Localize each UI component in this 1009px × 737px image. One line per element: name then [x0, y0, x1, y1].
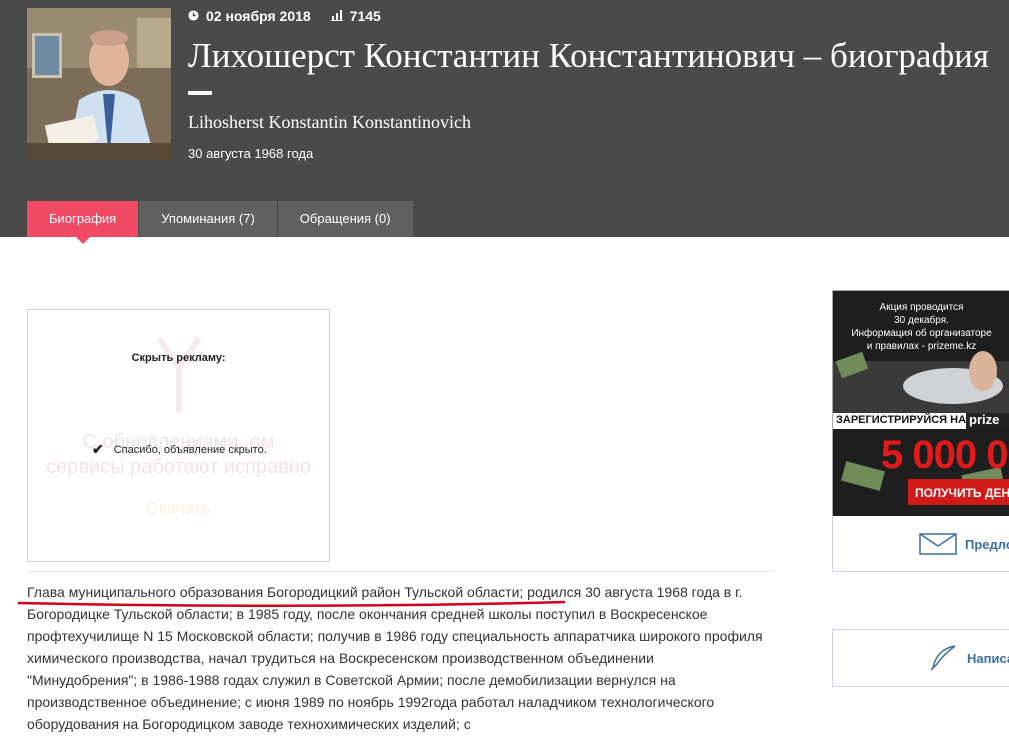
banner-brand: prize — [969, 412, 1000, 427]
banner-amount: 5 000 00 — [881, 433, 1009, 477]
title-divider — [188, 91, 212, 95]
birth-date: 30 августа 1968 года — [188, 146, 314, 161]
clock-icon — [188, 8, 199, 24]
profile-header: 02 ноября 2018 7145 Лихошерст Константин… — [0, 0, 1009, 244]
checkmark-icon: ✔ — [92, 441, 104, 457]
ghost-logo — [28, 328, 329, 425]
prize-ad-banner[interactable]: Акция проводится 30 декабря. Информация … — [832, 290, 1009, 518]
banner-line-4: и правилах - prizeme.kz — [866, 341, 977, 352]
banner-line-2: 30 декабря. — [894, 315, 949, 326]
red-underline-annotation — [17, 600, 566, 608]
banner-line-3: Информация об организаторе — [851, 328, 992, 339]
content-divider — [27, 571, 775, 572]
ad-hidden-message: ✔ Спасибо, объявление скрыто. — [92, 441, 267, 458]
view-count: 7145 — [349, 8, 381, 24]
envelope-icon — [919, 533, 957, 560]
stats-icon — [330, 8, 343, 24]
banner-line-1: Акция проводится — [879, 302, 964, 313]
ad-hidden-text: Спасибо, объявление скрыто. — [113, 443, 267, 456]
propose-label[interactable]: Предло — [965, 537, 1009, 552]
write-box[interactable]: Написа — [832, 629, 1009, 687]
bio-highlight: Глава муниципального образования Богород… — [27, 584, 520, 600]
tab-mentions[interactable]: Упоминания (7) — [139, 201, 278, 237]
post-meta: 02 ноября 2018 7145 — [188, 7, 381, 25]
banner-register: ЗАРЕГИСТРИРУЙСЯ НА — [836, 414, 967, 426]
ghost-ad-button: Скачать — [146, 499, 211, 518]
tab-appeals[interactable]: Обращения (0) — [277, 201, 414, 237]
banner-cta[interactable]: ПОЛУЧИТЬ ДЕНЬ — [915, 486, 1009, 500]
hide-ad-label: Скрыть рекламу: — [131, 352, 226, 364]
latin-name: Lihosherst Konstantin Konstantinovich — [188, 112, 471, 132]
write-label[interactable]: Написа — [967, 651, 1009, 666]
propose-box[interactable]: Предло — [832, 516, 1009, 572]
post-date: 02 ноября 2018 — [206, 8, 311, 24]
hidden-ad-box: С обновлениями, ом сервисы работают испр… — [27, 309, 330, 562]
ghost-ad-text-2: сервисы работают исправно — [46, 456, 311, 478]
tab-biography[interactable]: Биография — [27, 201, 140, 244]
page-title: Лихошерст Константин Константинович – би… — [188, 36, 989, 75]
profile-tabs: Биография Упоминания (7) Обращения (0) — [27, 201, 414, 244]
profile-photo — [27, 8, 171, 160]
quill-icon — [929, 644, 957, 677]
